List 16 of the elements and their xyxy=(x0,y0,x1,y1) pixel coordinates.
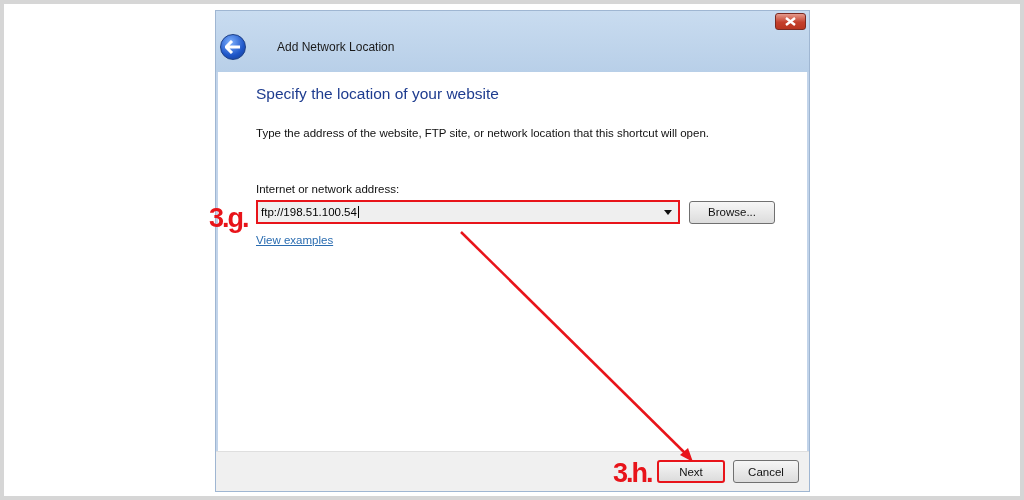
close-icon xyxy=(785,17,796,26)
field-label: Internet or network address: xyxy=(256,183,400,195)
cancel-button[interactable]: Cancel xyxy=(733,460,799,483)
dropdown-arrow-icon[interactable] xyxy=(664,209,672,215)
back-button[interactable] xyxy=(220,34,246,60)
page-heading: Specify the location of your website xyxy=(256,85,499,103)
step-label: 3.g. xyxy=(209,205,248,232)
view-examples-link[interactable]: View examples xyxy=(256,234,334,246)
browse-button[interactable]: Browse... xyxy=(689,200,775,224)
description-text: Type the address of the website, FTP site, or network location that this shortcut will open. xyxy=(256,127,709,139)
window-title: Add Network Location xyxy=(277,40,395,54)
close-button[interactable] xyxy=(775,13,806,30)
step-label: 3.h. xyxy=(613,460,652,487)
back-arrow-icon xyxy=(225,40,241,54)
address-field[interactable]: ftp://198.51.100.54 xyxy=(256,200,680,224)
next-button[interactable]: Next xyxy=(657,460,725,483)
